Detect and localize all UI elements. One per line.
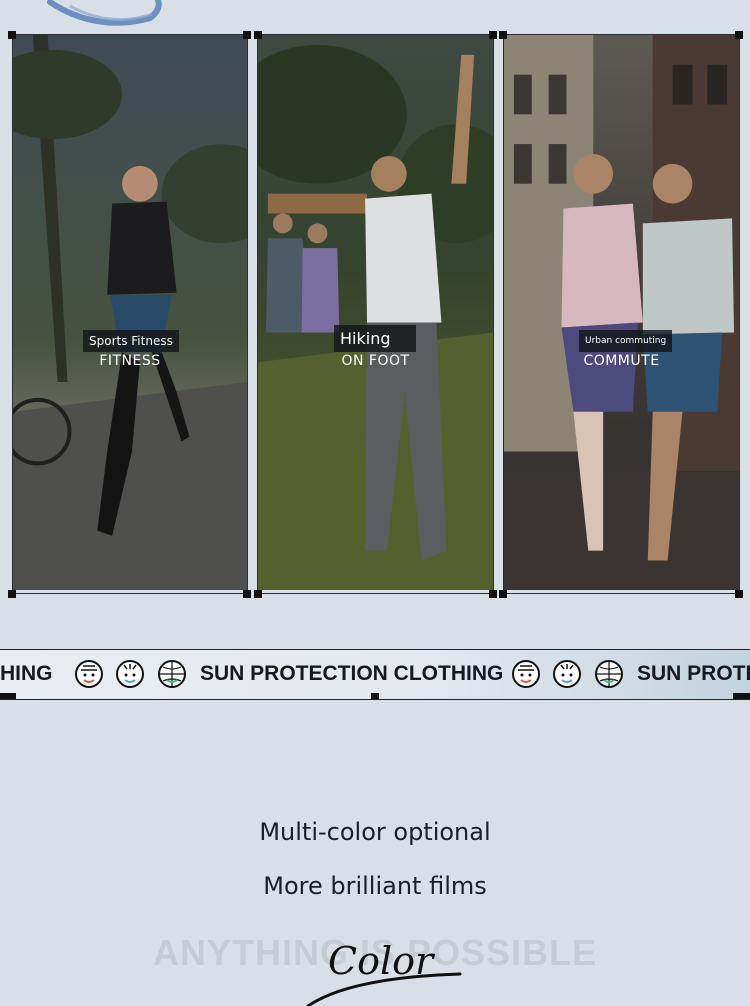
scene-tag: Sports Fitness: [83, 330, 179, 352]
sun-protection-marquee: HING SUN PROTECTION CLOTHING SUN PROTE: [0, 649, 750, 700]
globe-face-icon: [595, 660, 623, 688]
face-icon: [512, 660, 540, 688]
scene-tag: Urban commuting: [579, 330, 673, 352]
hiking-photo: [258, 35, 493, 591]
marquee-marker: [371, 693, 379, 699]
marquee-text-partial: SUN PROTE: [637, 662, 750, 685]
face-icon: [75, 660, 103, 688]
handle[interactable]: [8, 590, 16, 598]
copy-line-1: Multi-color optional: [259, 818, 491, 846]
marquee-marker: [0, 693, 16, 699]
handle[interactable]: [243, 31, 251, 39]
handle[interactable]: [8, 31, 16, 39]
handle[interactable]: [499, 31, 507, 39]
handle[interactable]: [254, 31, 262, 39]
handle[interactable]: [735, 31, 743, 39]
copy-line-2: More brilliant films: [263, 872, 487, 900]
handle[interactable]: [489, 590, 497, 598]
marquee-marker: [733, 693, 750, 699]
scene-tag: Hiking: [334, 325, 416, 352]
globe-face-icon: [158, 660, 186, 688]
smile-face-icon: [116, 660, 144, 688]
smile-face-icon: [553, 660, 581, 688]
handle[interactable]: [499, 590, 507, 598]
scene-card-commute[interactable]: Urban commuting COMMUTE: [503, 34, 740, 594]
scene-subtitle: FITNESS: [99, 353, 161, 369]
handle[interactable]: [735, 590, 743, 598]
handle[interactable]: [254, 590, 262, 598]
marquee-text-partial: HING: [0, 662, 53, 685]
handle[interactable]: [489, 31, 497, 39]
scene-card-fitness[interactable]: Sports Fitness FITNESS: [12, 34, 248, 594]
brush-stroke-icon: [47, 0, 162, 26]
marquee-text: SUN PROTECTION CLOTHING: [200, 662, 504, 685]
color-script-logo: Color: [306, 939, 462, 1006]
fitness-photo: [13, 35, 247, 591]
marquee-track: HING SUN PROTECTION CLOTHING SUN PROTE: [0, 650, 750, 699]
handle[interactable]: [243, 590, 251, 598]
scene-subtitle: ON FOOT: [341, 353, 410, 369]
commute-photo: [504, 35, 739, 591]
scene-card-hiking[interactable]: Hiking ON FOOT: [257, 34, 494, 594]
scene-subtitle: COMMUTE: [583, 353, 660, 369]
